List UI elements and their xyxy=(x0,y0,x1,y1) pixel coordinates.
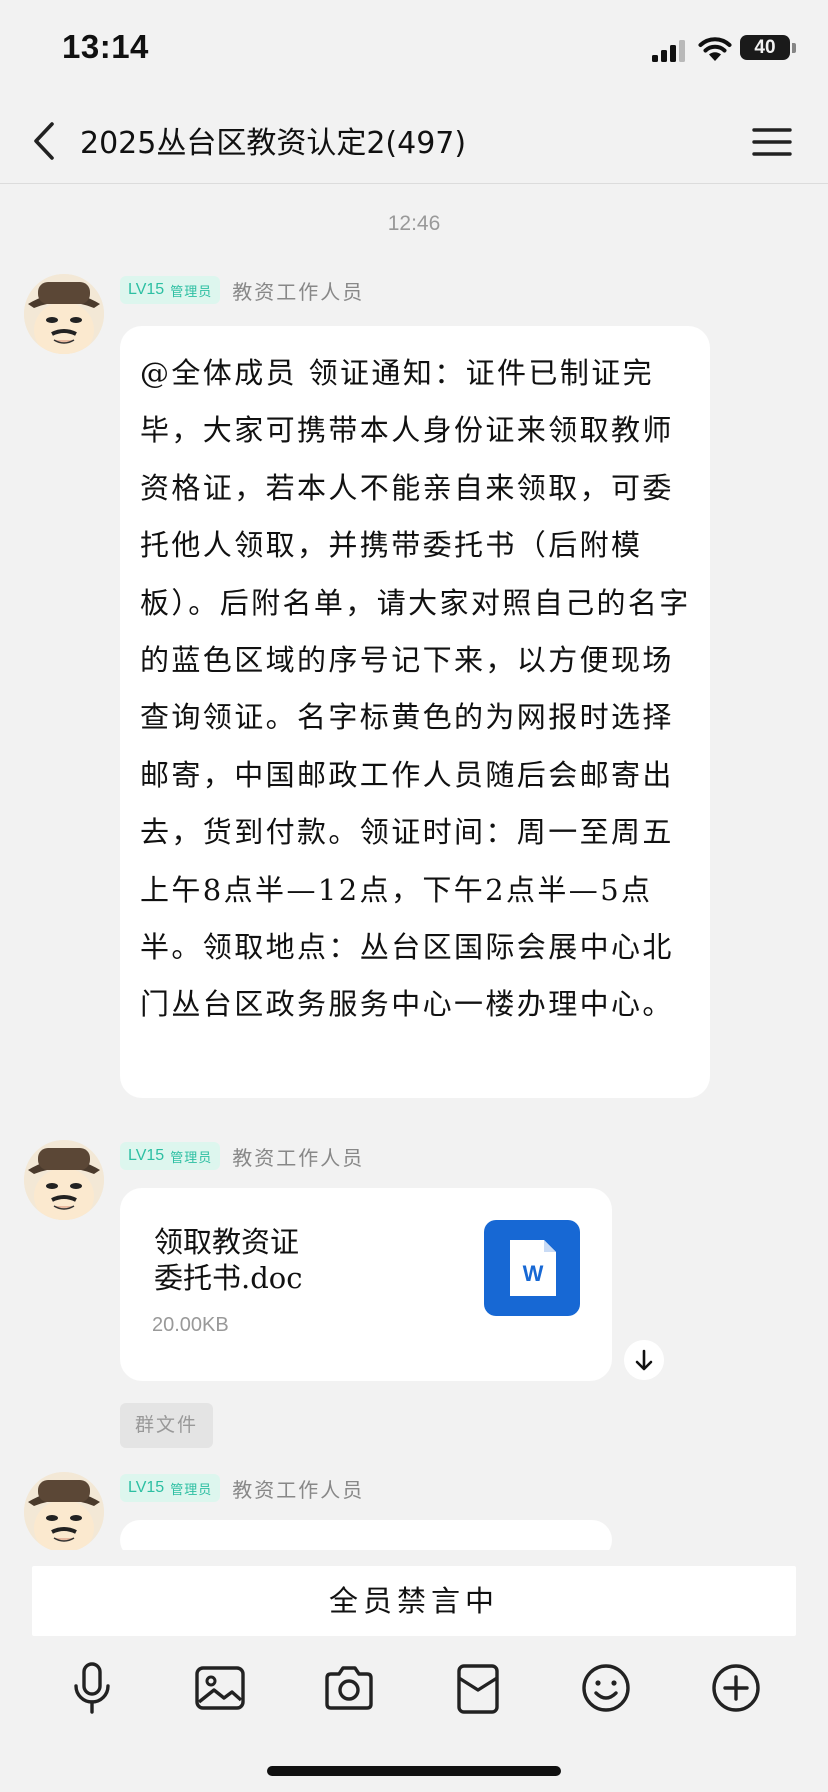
level-label: LV15 xyxy=(128,281,165,298)
menu-button[interactable] xyxy=(750,122,794,162)
sender-name: 教资工作人员 xyxy=(232,1477,365,1502)
wifi-icon xyxy=(698,37,732,61)
level-badge: LV15 管理员 xyxy=(120,1474,221,1502)
level-label: LV15 xyxy=(128,1479,165,1496)
chat-header: 2025丛台区教资认定2(497) xyxy=(0,100,828,184)
red-packet-icon[interactable] xyxy=(448,1658,508,1718)
chat-title: 2025丛台区教资认定2(497) xyxy=(80,126,467,161)
input-panel: 全员禁言中 xyxy=(0,1550,828,1792)
level-label: LV15 xyxy=(128,1147,165,1164)
plus-icon[interactable] xyxy=(706,1658,766,1718)
sender-info: LV15 管理员 教资工作人员 xyxy=(120,1142,364,1170)
emoji-icon[interactable] xyxy=(576,1658,636,1718)
role-label: 管理员 xyxy=(170,1150,213,1166)
level-badge: LV15 管理员 xyxy=(120,276,221,304)
avatar-face-icon xyxy=(24,1472,104,1552)
file-name-line: 委托书.doc xyxy=(154,1261,303,1295)
message-timestamp: 12:46 xyxy=(387,212,441,235)
file-name-line: 领取教资证 xyxy=(154,1225,300,1259)
group-file-tag[interactable]: 群文件 xyxy=(120,1403,214,1448)
message-bubble[interactable]: @全体成员 领证通知：证件已制证完毕，大家可携带本人身份证来领取教师资格证，若本… xyxy=(120,326,710,1098)
sender-info: LV15 管理员 教资工作人员 xyxy=(120,276,364,304)
role-label: 管理员 xyxy=(170,284,213,300)
sender-name: 教资工作人员 xyxy=(232,1145,365,1170)
file-name: 领取教资证 委托书.doc xyxy=(154,1224,444,1296)
avatar[interactable] xyxy=(24,274,104,354)
image-icon[interactable] xyxy=(190,1658,250,1718)
avatar-face-icon xyxy=(24,1140,104,1220)
camera-icon[interactable] xyxy=(319,1658,379,1718)
sender-name: 教资工作人员 xyxy=(232,279,365,304)
word-letter: W xyxy=(523,1261,544,1286)
avatar-face-icon xyxy=(24,274,104,354)
level-badge: LV15 管理员 xyxy=(120,1142,221,1170)
muted-notice: 全员禁言中 xyxy=(32,1566,796,1636)
file-card[interactable]: 领取教资证 委托书.doc 20.00KB W xyxy=(120,1188,612,1381)
download-icon[interactable] xyxy=(624,1340,664,1380)
file-size: 20.00KB xyxy=(152,1314,229,1336)
battery-tip xyxy=(792,43,796,53)
back-button[interactable] xyxy=(24,116,64,166)
role-label: 管理员 xyxy=(170,1482,213,1498)
avatar[interactable] xyxy=(24,1472,104,1552)
sender-info: LV15 管理员 教资工作人员 xyxy=(120,1474,364,1502)
avatar[interactable] xyxy=(24,1140,104,1220)
microphone-icon[interactable] xyxy=(62,1658,122,1718)
home-indicator xyxy=(267,1766,561,1776)
battery-indicator: 40 xyxy=(740,35,790,60)
status-time: 13:14 xyxy=(62,28,149,65)
status-bar: 13:14 40 xyxy=(0,0,828,100)
cellular-signal-icon xyxy=(652,40,685,62)
word-doc-icon: W xyxy=(484,1220,580,1316)
